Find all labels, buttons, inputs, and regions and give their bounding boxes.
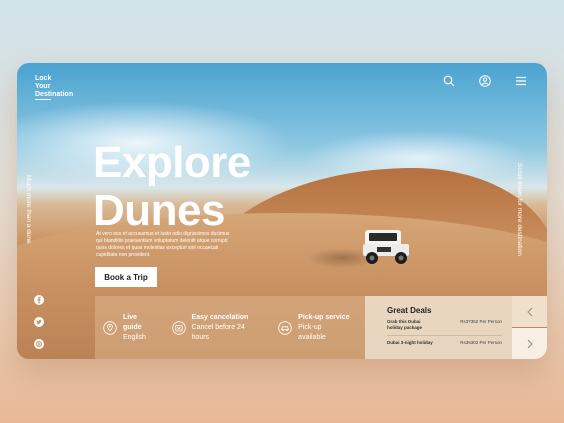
feature-easy-cancelation: Easy cancelation Cancel before 24 hours bbox=[171, 313, 265, 343]
brand-logo[interactable]: Lock Your Destination bbox=[35, 75, 74, 100]
book-trip-button[interactable]: Book a Trip bbox=[95, 267, 157, 287]
deal-name: Grab this Dubai holiday package bbox=[387, 319, 423, 330]
deal-name: Dubai 3-night holiday bbox=[387, 340, 433, 345]
great-deals-panel: Great Deals Grab this Dubai holiday pack… bbox=[365, 296, 512, 359]
header-actions bbox=[443, 75, 527, 87]
cancel-icon bbox=[171, 320, 186, 335]
social-links bbox=[34, 295, 44, 349]
deal-divider bbox=[387, 335, 502, 336]
feature-subtitle: Cancel before 24 hours bbox=[191, 323, 245, 341]
twitter-icon[interactable] bbox=[34, 317, 44, 327]
hero-title: Explore Dunes bbox=[93, 139, 251, 235]
deals-heading: Great Deals bbox=[387, 306, 432, 315]
features-bar: Live guide English Easy cancelation Canc… bbox=[95, 296, 365, 359]
hero-title-line-2: Dunes bbox=[93, 186, 225, 235]
logo-line-1: Lock bbox=[35, 75, 52, 82]
pickup-icon bbox=[278, 320, 292, 335]
menu-icon[interactable] bbox=[515, 75, 527, 87]
scroll-hint[interactable]: Scroll down for more destination bbox=[516, 163, 523, 256]
feature-title: Live guide bbox=[122, 313, 142, 331]
logo-rule bbox=[35, 99, 51, 100]
feature-title: Pick-up service bbox=[298, 313, 350, 321]
location-icon bbox=[103, 320, 117, 335]
deal-item[interactable]: Grab this Dubai holiday package Rs37352 … bbox=[387, 319, 502, 331]
side-tagline: Much more than a dune bbox=[25, 175, 32, 244]
deal-price: Rs37352 Per Person bbox=[460, 319, 502, 324]
jeep-image bbox=[363, 230, 409, 264]
logo-line-3: Destination bbox=[35, 91, 74, 98]
hero-card: Lock Your Destination Explore Dunes At v… bbox=[17, 63, 547, 359]
instagram-icon[interactable] bbox=[34, 339, 44, 349]
deal-price: Rs36302 Per Person bbox=[460, 340, 502, 345]
logo-line-2: Your bbox=[35, 83, 51, 90]
hero-description: At vero eos et accusamus et iusto odio d… bbox=[96, 231, 230, 258]
feature-live-guide: Live guide English bbox=[103, 313, 158, 343]
user-icon[interactable] bbox=[479, 75, 491, 87]
feature-subtitle: Pick-up available bbox=[298, 323, 326, 341]
feature-pickup-service: Pick-up service Pick-up available bbox=[278, 313, 351, 343]
prev-deal-button[interactable] bbox=[512, 296, 547, 327]
deal-item[interactable]: Dubai 3-night holiday Rs36302 Per Person bbox=[387, 340, 502, 346]
chevron-left-icon bbox=[526, 307, 532, 316]
feature-subtitle: English bbox=[122, 333, 146, 341]
facebook-icon[interactable] bbox=[34, 295, 44, 305]
search-icon[interactable] bbox=[443, 75, 455, 87]
hero-title-line-1: Explore bbox=[93, 138, 251, 187]
next-deal-button[interactable] bbox=[512, 328, 547, 359]
chevron-right-icon bbox=[527, 339, 533, 348]
feature-title: Easy cancelation bbox=[191, 313, 249, 321]
